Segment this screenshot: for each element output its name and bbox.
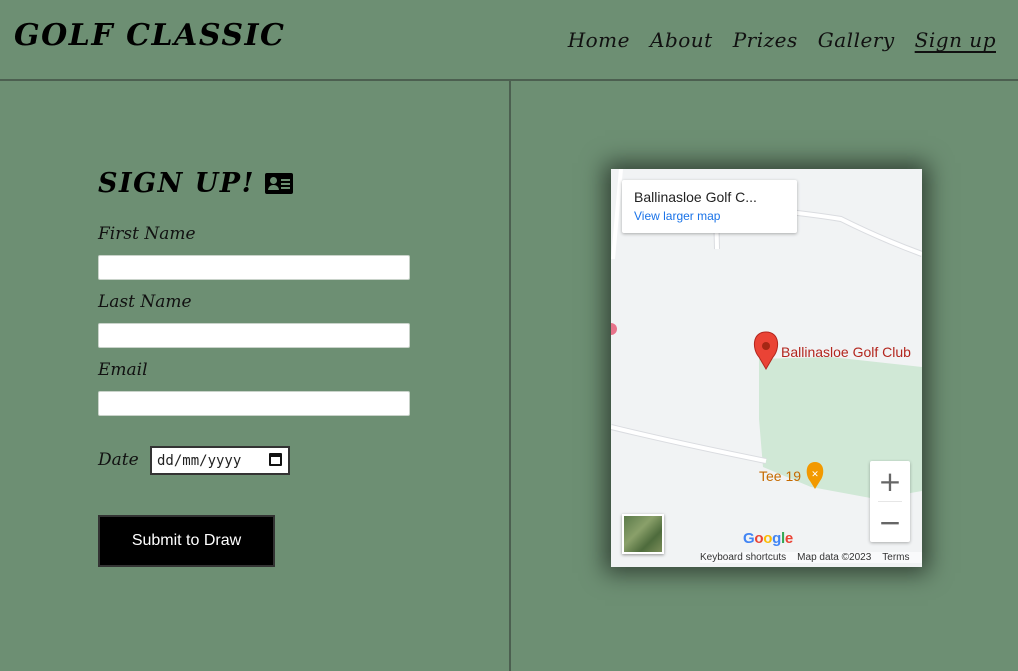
last-name-input[interactable] <box>98 323 410 348</box>
column-divider <box>509 81 511 671</box>
form-title: SIGN UP! <box>98 168 293 199</box>
google-letter: e <box>784 530 793 547</box>
map-attribution: Keyboard shortcuts Map data ©2023 Terms <box>700 552 922 563</box>
calendar-icon[interactable] <box>269 453 282 466</box>
nav-home[interactable]: Home <box>568 28 630 52</box>
nav-gallery[interactable]: Gallery <box>818 28 895 52</box>
google-letter: G <box>743 530 755 547</box>
offscreen-poi-icon[interactable] <box>611 323 617 335</box>
date-placeholder: dd/mm/yyyy <box>157 452 242 469</box>
place-card: Ballinasloe Golf C... View larger map <box>622 180 797 233</box>
site-header: GOLF CLASSIC Home About Prizes Gallery S… <box>0 0 1018 81</box>
google-letter: o <box>763 530 773 547</box>
zoom-out-button[interactable]: − <box>870 502 910 542</box>
email-label: Email <box>98 360 148 380</box>
nav-about[interactable]: About <box>650 28 713 52</box>
google-logo: Google <box>743 530 793 547</box>
main-nav: Home About Prizes Gallery Sign up <box>568 28 996 52</box>
zoom-in-button[interactable]: + <box>870 461 910 501</box>
satellite-toggle-button[interactable] <box>622 514 664 554</box>
pin-label[interactable]: Ballinasloe Golf Club <box>781 344 911 360</box>
map-data-text: Map data ©2023 <box>797 552 872 563</box>
place-title: Ballinasloe Golf C... <box>634 189 757 205</box>
submit-button[interactable]: Submit to Draw <box>98 515 275 567</box>
google-letter: o <box>754 530 764 547</box>
id-card-icon <box>264 173 293 194</box>
date-label: Date <box>98 450 139 470</box>
first-name-label: First Name <box>98 224 196 244</box>
last-name-label: Last Name <box>98 292 192 312</box>
nav-sign-up[interactable]: Sign up <box>915 28 996 52</box>
terms-link[interactable]: Terms <box>882 552 909 563</box>
zoom-control: + − <box>870 461 910 542</box>
poi-label[interactable]: Tee 19 <box>759 468 801 484</box>
embedded-map[interactable]: ✕ Ballinasloe Golf C... View larger map … <box>611 169 922 567</box>
keyboard-shortcuts-link[interactable]: Keyboard shortcuts <box>700 552 786 563</box>
first-name-input[interactable] <box>98 255 410 280</box>
email-input[interactable] <box>98 391 410 416</box>
nav-prizes[interactable]: Prizes <box>733 28 798 52</box>
svg-text:✕: ✕ <box>811 470 819 480</box>
google-letter: g <box>772 530 781 547</box>
date-input[interactable]: dd/mm/yyyy <box>150 446 290 475</box>
form-title-text: SIGN UP! <box>98 168 255 199</box>
site-logo[interactable]: GOLF CLASSIC <box>14 18 285 53</box>
view-larger-map-link[interactable]: View larger map <box>634 209 785 223</box>
